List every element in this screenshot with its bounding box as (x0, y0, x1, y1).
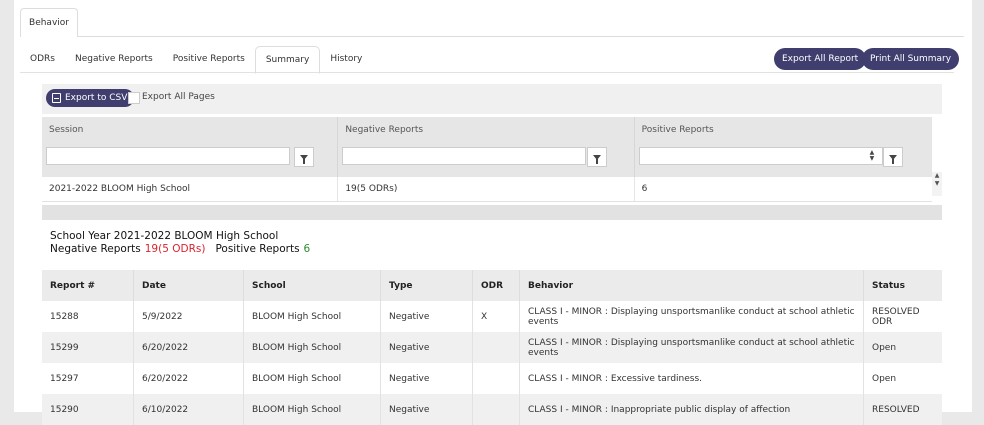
school-year-summary: School Year 2021-2022 BLOOM High School … (42, 220, 942, 270)
column-negative-title: Negative Reports (345, 125, 424, 135)
column-session-title: Session (49, 125, 84, 135)
report-status: Open (863, 363, 942, 394)
filter-icon (300, 154, 308, 164)
session-grid-header: Session Negative Reports Positive Report… (42, 117, 932, 177)
summary-positive-label: Positive Reports (215, 243, 300, 255)
export-all-pages-checkbox[interactable] (128, 92, 140, 104)
report-school: BLOOM High School (243, 332, 381, 363)
subtab-divider (20, 72, 954, 73)
report-school: BLOOM High School (243, 363, 381, 394)
session-row[interactable]: 2021-2022 BLOOM High School 19(5 ODRs) 6 (42, 177, 932, 202)
report-type: Negative (380, 301, 473, 332)
print-all-summary-button[interactable]: Print All Summary (862, 48, 960, 70)
session-grid: Session Negative Reports Positive Report… (42, 117, 932, 202)
export-to-csv-button[interactable]: Export to CSV (46, 89, 135, 107)
tab-positive-reports[interactable]: Positive Reports (163, 46, 255, 72)
column-odr[interactable]: ODR (472, 270, 520, 301)
summary-counts: Negative Reports 19(5 ODRs) Positive Rep… (50, 243, 310, 255)
report-number-link[interactable]: 15288 (42, 301, 134, 332)
export-toolbar: Export to CSV Export All Pages (42, 84, 942, 114)
summary-title: School Year 2021-2022 BLOOM High School (50, 230, 279, 242)
report-number-link[interactable]: 15297 (42, 363, 134, 394)
report-type: Negative (380, 332, 473, 363)
grid-scrollbar[interactable]: ▲ ▼ (932, 172, 942, 196)
report-date: 6/10/2022 (133, 394, 244, 425)
filter-icon (593, 154, 602, 164)
column-session: Session (42, 117, 339, 177)
negative-filter-input[interactable] (342, 147, 587, 165)
positive-cell: 6 (641, 184, 648, 194)
tab-summary[interactable]: Summary (254, 46, 321, 74)
column-report-number[interactable]: Report # (42, 270, 134, 301)
report-type: Negative (380, 363, 473, 394)
report-odr (472, 394, 520, 425)
report-odr (472, 363, 520, 394)
report-behavior: CLASS I - MINOR : Inappropriate public d… (519, 394, 864, 425)
report-date: 5/9/2022 (133, 301, 244, 332)
positive-filter-input[interactable]: ▲ ▼ (638, 147, 883, 165)
report-date: 6/20/2022 (133, 363, 244, 394)
summary-negative-value: 19(5 ODRs) (144, 243, 206, 255)
tab-odrs[interactable]: ODRs (20, 46, 65, 72)
export-to-csv-label: Export to CSV (65, 93, 128, 103)
positive-filter-button[interactable] (882, 147, 903, 167)
tab-negative-reports[interactable]: Negative Reports (65, 46, 163, 72)
column-positive-title: Positive Reports (641, 125, 714, 135)
section-divider (42, 205, 942, 220)
file-icon (52, 93, 61, 103)
report-odr (472, 332, 520, 363)
summary-negative-label: Negative Reports (50, 243, 141, 255)
column-date[interactable]: Date (133, 270, 244, 301)
negative-cell: 19(5 ODRs) (338, 177, 635, 201)
session-filter-button[interactable] (294, 147, 314, 167)
report-status: RESOLVED (863, 394, 942, 425)
tab-behavior[interactable]: Behavior (20, 8, 78, 37)
export-all-pages-label: Export All Pages (142, 92, 215, 102)
table-row[interactable]: 15297 6/20/2022 BLOOM High School Negati… (42, 363, 942, 394)
report-school: BLOOM High School (243, 394, 381, 425)
reports-table: Report # Date School Type ODR Behavior S… (42, 270, 942, 425)
report-date: 6/20/2022 (133, 332, 244, 363)
session-filter-input[interactable] (46, 147, 290, 165)
filter-icon (888, 154, 897, 164)
table-row[interactable]: 15288 5/9/2022 BLOOM High School Negativ… (42, 301, 942, 332)
report-behavior: CLASS I - MINOR : Displaying unsportsman… (519, 332, 864, 363)
reports-header-row: Report # Date School Type ODR Behavior S… (42, 270, 942, 301)
column-school[interactable]: School (243, 270, 381, 301)
report-behavior: CLASS I - MINOR : Displaying unsportsman… (519, 301, 864, 332)
column-status[interactable]: Status (863, 270, 942, 301)
report-number-link[interactable]: 15299 (42, 332, 134, 363)
report-school: BLOOM High School (243, 301, 381, 332)
export-all-report-button[interactable]: Export All Report (774, 48, 867, 70)
report-status: RESOLVED ODR (863, 301, 942, 332)
report-number-link[interactable]: 15290 (42, 394, 134, 425)
table-row[interactable]: 15290 6/10/2022 BLOOM High School Negati… (42, 394, 942, 425)
column-behavior[interactable]: Behavior (519, 270, 864, 301)
report-type: Negative (380, 394, 473, 425)
report-behavior: CLASS I - MINOR : Excessive tardiness. (519, 363, 864, 394)
subtab-bar: ODRs Negative Reports Positive Reports S… (20, 46, 372, 74)
number-spinner-icon[interactable]: ▲ ▼ (870, 150, 878, 162)
report-status: Open (863, 332, 942, 363)
report-odr: X (472, 301, 520, 332)
column-type[interactable]: Type (380, 270, 473, 301)
tab-history[interactable]: History (320, 46, 372, 72)
negative-filter-button[interactable] (587, 147, 608, 167)
session-cell: 2021-2022 BLOOM High School (42, 177, 339, 201)
column-positive-reports: Positive Reports ▲ ▼ (635, 117, 932, 177)
table-row[interactable]: 15299 6/20/2022 BLOOM High School Negati… (42, 332, 942, 363)
column-negative-reports: Negative Reports (338, 117, 635, 177)
summary-positive-value: 6 (303, 243, 311, 255)
